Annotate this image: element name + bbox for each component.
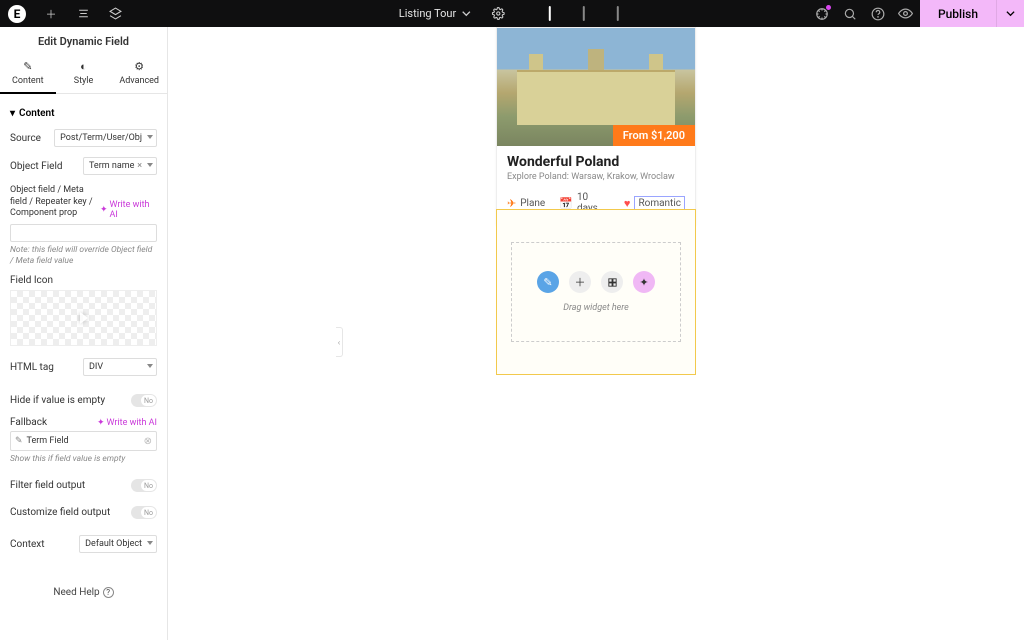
price-badge: From $1,200 [613, 125, 695, 146]
object-field-select[interactable]: Term name× [83, 157, 157, 175]
section-label: Content [19, 108, 54, 119]
heart-icon: ♥ [624, 197, 631, 210]
drop-label: Drag widget here [563, 303, 629, 313]
customize-output-label: Customize field output [10, 507, 110, 518]
clear-icon[interactable]: ⊗ [144, 436, 152, 447]
device-mobile[interactable] [611, 3, 625, 24]
pencil-icon: ✎ [0, 60, 56, 73]
chevron-down-icon [147, 541, 153, 545]
topbar-right: Publish [808, 0, 1024, 27]
html-tag-label: HTML tag [10, 362, 54, 373]
panel-collapse-handle[interactable]: ‹ [336, 327, 343, 357]
topbar-center: Listing Tour [399, 3, 625, 24]
filter-output-label: Filter field output [10, 480, 85, 491]
help-icon: ? [103, 587, 114, 598]
structure-icon[interactable] [76, 7, 90, 21]
tab-content[interactable]: ✎Content [0, 56, 56, 94]
fallback-label: Fallback [10, 417, 47, 428]
chevron-down-icon [147, 364, 153, 368]
drop-zone[interactable]: ✎ ＋ ✦ Drag widget here [511, 242, 681, 342]
help-icon[interactable] [864, 0, 892, 27]
write-with-ai-link[interactable]: ✦ Write with AI [100, 200, 157, 220]
document-name-text: Listing Tour [399, 7, 456, 20]
chevron-down-icon [147, 135, 153, 139]
edit-section-button[interactable]: ✎ [537, 271, 559, 293]
meta-field-input[interactable] [10, 224, 157, 242]
need-help-link[interactable]: Need Help? [10, 587, 157, 598]
publish-button[interactable]: Publish [920, 0, 996, 27]
pencil-icon: ✎ [15, 436, 23, 446]
preview-canvas: ‹ From $1,200 Wonderful Poland Explore P… [168, 27, 1024, 640]
object-field-label: Object Field [10, 161, 63, 172]
hide-empty-label: Hide if value is empty [10, 395, 105, 406]
fallback-value: Term Field [27, 436, 144, 446]
card-image: From $1,200 [497, 28, 695, 146]
add-template-button[interactable] [601, 271, 623, 293]
topbar-left: E ＋ [0, 5, 122, 23]
preview-icon[interactable] [892, 0, 920, 27]
source-label: Source [10, 133, 41, 144]
hide-empty-toggle[interactable]: No [131, 394, 157, 407]
panel-tabs: ✎Content ◐Style ⚙Advanced [0, 56, 167, 94]
responsive-switcher [543, 3, 625, 24]
card-title: Wonderful Poland [507, 154, 685, 170]
add-widget-button[interactable]: ＋ [569, 271, 591, 293]
whats-new-icon[interactable] [808, 0, 836, 27]
context-select[interactable]: Default Object [79, 535, 157, 553]
html-tag-select[interactable]: DIV [83, 358, 157, 376]
plane-icon: ✈ [507, 197, 516, 210]
meta-transport: ✈Plane [507, 197, 545, 210]
fallback-input[interactable]: ✎ Term Field ⊗ [10, 431, 157, 451]
field-icon-label: Field Icon [10, 275, 157, 286]
editor-panel: Edit Dynamic Field ✎Content ◐Style ⚙Adva… [0, 27, 168, 640]
write-with-ai-fallback[interactable]: ✦ Write with AI [97, 418, 157, 428]
meta-field-label: Object field / Meta field / Repeater key… [10, 185, 100, 220]
publish-label: Publish [938, 7, 978, 21]
device-tablet[interactable] [577, 3, 591, 24]
panel-title: Edit Dynamic Field [0, 27, 167, 56]
card-subtitle: Explore Poland: Warsaw, Krakow, Wroclaw [507, 172, 685, 182]
filter-output-toggle[interactable]: No [131, 479, 157, 492]
chevron-down-icon [147, 163, 153, 167]
elementor-logo[interactable]: E [8, 5, 26, 23]
device-desktop[interactable] [543, 3, 557, 24]
section-content-toggle[interactable]: ▾ Content [10, 108, 157, 119]
finder-icon[interactable] [836, 0, 864, 27]
source-select[interactable]: Post/Term/User/Obj [54, 129, 157, 147]
ai-button[interactable]: ✦ [633, 271, 655, 293]
publish-options[interactable] [996, 0, 1024, 27]
layers-icon[interactable] [108, 7, 122, 21]
chevron-down-icon [1006, 9, 1015, 18]
chevron-down-icon [462, 9, 471, 18]
settings-icon[interactable] [491, 7, 505, 21]
gear-icon: ⚙ [111, 60, 167, 73]
top-bar: E ＋ Listing Tour [0, 0, 1024, 27]
customize-output-toggle[interactable]: No [131, 506, 157, 519]
tab-advanced[interactable]: ⚙Advanced [111, 56, 167, 94]
empty-section[interactable]: ✎ ＋ ✦ Drag widget here [496, 209, 696, 375]
fallback-note: Show this if field value is empty [10, 454, 157, 465]
listing-card: From $1,200 Wonderful Poland Explore Pol… [496, 27, 696, 225]
play-icon [80, 312, 88, 324]
tab-style[interactable]: ◐Style [56, 56, 112, 94]
meta-field-note: Note: this field will override Object fi… [10, 245, 157, 267]
calendar-icon: 📅 [559, 197, 573, 210]
context-label: Context [10, 539, 45, 550]
document-name[interactable]: Listing Tour [399, 7, 471, 20]
clear-icon[interactable]: × [137, 161, 142, 171]
style-icon: ◐ [56, 60, 112, 73]
field-icon-picker[interactable] [10, 290, 157, 346]
notification-dot [826, 5, 831, 10]
add-icon[interactable]: ＋ [44, 7, 58, 21]
